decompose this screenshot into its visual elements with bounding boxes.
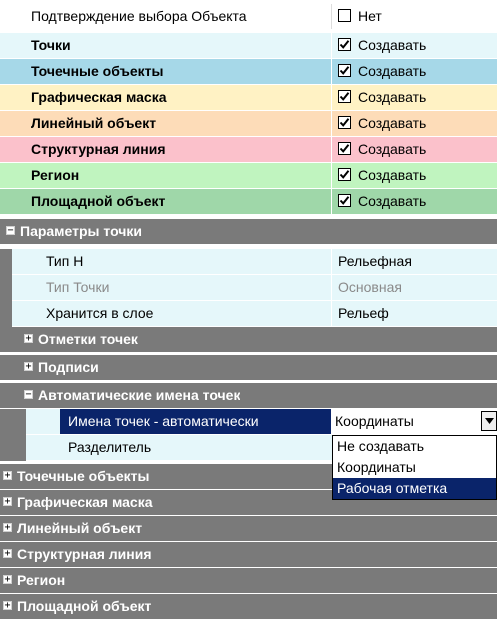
label-type-h: Тип Н xyxy=(46,253,84,269)
category-linear-object-title: Линейный объект xyxy=(17,520,143,536)
label-structural-line: Структурная линия xyxy=(31,141,166,157)
check-icon[interactable] xyxy=(338,142,351,156)
value-type-h[interactable]: Рельефная xyxy=(331,249,497,274)
row-points[interactable]: Точки Создавать xyxy=(0,33,497,59)
category-captions[interactable]: + Подписи xyxy=(0,355,497,381)
category-point-marks-title: Отметки точек xyxy=(38,331,138,347)
expand-icon[interactable]: + xyxy=(3,497,12,507)
label-region: Регион xyxy=(31,167,80,183)
category-point-objects-title: Точечные объекты xyxy=(17,468,150,484)
category-region[interactable]: + Регион xyxy=(0,568,497,594)
label-point-objects: Точечные объекты xyxy=(31,63,164,79)
dropdown-option-coordinates[interactable]: Координаты xyxy=(333,457,496,478)
collapse-icon[interactable]: − xyxy=(6,226,15,236)
row-graphic-mask[interactable]: Графическая маска Создавать xyxy=(0,85,497,111)
row-region[interactable]: Регион Создавать xyxy=(0,163,497,189)
expand-icon[interactable]: + xyxy=(3,549,12,559)
row-structural-line[interactable]: Структурная линия Создавать xyxy=(0,137,497,163)
label-names-auto: Имена точек - автоматически xyxy=(60,409,331,434)
expand-icon[interactable]: + xyxy=(3,523,12,533)
value-linear-object[interactable]: Создавать xyxy=(331,111,497,136)
category-point-params-title: Параметры точки xyxy=(20,223,143,239)
category-structural-line-title: Структурная линия xyxy=(17,546,152,562)
check-icon[interactable] xyxy=(338,116,351,130)
label-point-type: Тип Точки xyxy=(46,279,110,295)
label-graphic-mask: Графическая маска xyxy=(31,89,167,105)
row-point-type[interactable]: Тип Точки Основная xyxy=(0,275,497,301)
row-stored-in-layer[interactable]: Хранится в слое Рельеф xyxy=(0,301,497,327)
category-auto-names-title: Автоматические имена точек xyxy=(38,387,241,403)
property-grid: Подтверждение выбора Объекта Нет Точки С… xyxy=(0,0,497,620)
value-structural-line[interactable]: Создавать xyxy=(331,137,497,162)
value-area-object[interactable]: Создавать xyxy=(331,189,497,214)
category-area-object-title: Площадной объект xyxy=(17,598,152,614)
checkbox-unchecked-icon[interactable] xyxy=(338,9,351,23)
row-confirm-selection[interactable]: Подтверждение выбора Объекта Нет xyxy=(0,4,497,30)
category-structural-line[interactable]: + Структурная линия xyxy=(0,542,497,568)
check-icon[interactable] xyxy=(338,194,351,208)
collapse-icon[interactable]: − xyxy=(24,390,33,400)
expand-icon[interactable]: + xyxy=(24,362,33,372)
expand-icon[interactable]: + xyxy=(24,334,33,344)
expand-icon[interactable]: + xyxy=(3,575,12,585)
value-point-type: Основная xyxy=(331,275,497,300)
dropdown-button[interactable] xyxy=(481,411,497,431)
category-point-marks[interactable]: + Отметки точек xyxy=(0,327,497,353)
row-linear-object[interactable]: Линейный объект Создавать xyxy=(0,111,497,137)
label-stored-in-layer: Хранится в слое xyxy=(46,305,154,321)
category-captions-title: Подписи xyxy=(38,359,99,375)
check-icon[interactable] xyxy=(338,90,351,104)
category-linear-object[interactable]: + Линейный объект xyxy=(0,516,497,542)
category-point-params[interactable]: − Параметры точки xyxy=(0,219,497,245)
expand-icon[interactable]: + xyxy=(3,601,12,611)
label-area-object: Площадной объект xyxy=(31,193,166,209)
expand-icon[interactable]: + xyxy=(3,471,12,481)
check-icon[interactable] xyxy=(338,64,351,78)
row-names-auto[interactable]: Имена точек - автоматически Координаты xyxy=(0,409,497,435)
dropdown-option-none[interactable]: Не создавать xyxy=(333,436,496,457)
label-separator: Разделитель xyxy=(68,439,152,455)
check-icon[interactable] xyxy=(338,168,351,182)
value-region[interactable]: Создавать xyxy=(331,163,497,188)
names-auto-combobox[interactable]: Координаты xyxy=(331,409,497,434)
row-point-objects[interactable]: Точечные объекты Создавать xyxy=(0,59,497,85)
names-auto-combobox-value: Координаты xyxy=(335,413,414,429)
category-auto-names[interactable]: − Автоматические имена точек xyxy=(0,383,497,409)
label-points: Точки xyxy=(31,37,71,53)
label-confirm-selection: Подтверждение выбора Объекта xyxy=(31,8,247,24)
category-graphic-mask-title: Графическая маска xyxy=(17,494,153,510)
value-graphic-mask[interactable]: Создавать xyxy=(331,85,497,110)
row-area-object[interactable]: Площадной объект Создавать xyxy=(0,189,497,215)
category-area-object[interactable]: + Площадной объект xyxy=(0,594,497,620)
dropdown-list[interactable]: Не создавать Координаты Рабочая отметка xyxy=(332,435,497,500)
label-linear-object: Линейный объект xyxy=(31,115,157,131)
row-type-h[interactable]: Тип Н Рельефная xyxy=(0,249,497,275)
check-icon[interactable] xyxy=(338,38,351,52)
dropdown-option-work-mark[interactable]: Рабочая отметка xyxy=(333,478,496,499)
chevron-down-icon xyxy=(485,418,494,424)
category-region-title: Регион xyxy=(17,572,66,588)
value-points[interactable]: Создавать xyxy=(331,33,497,58)
value-point-objects[interactable]: Создавать xyxy=(331,59,497,84)
value-confirm-selection[interactable]: Нет xyxy=(331,4,497,29)
value-stored-in-layer[interactable]: Рельеф xyxy=(331,301,497,326)
